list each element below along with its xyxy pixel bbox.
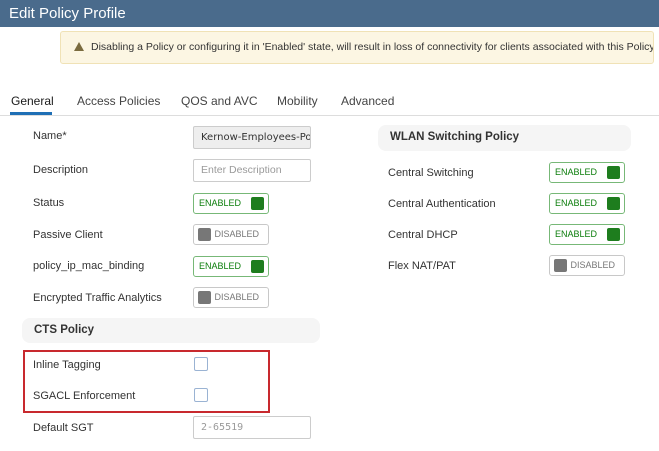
default-sgt-label: Default SGT (33, 422, 94, 434)
flex-nat-pat-toggle[interactable]: DISABLED (549, 255, 625, 276)
central-switching-label: Central Switching (388, 167, 474, 179)
wlan-switching-policy-title: WLAN Switching Policy (390, 131, 520, 143)
toggle-knob (607, 228, 620, 241)
toggle-knob (607, 197, 620, 210)
warning-text: Disabling a Policy or configuring it in … (91, 41, 654, 53)
dialog-title-bar: Edit Policy Profile (0, 0, 659, 27)
description-label: Description (33, 164, 89, 176)
tab-advanced[interactable]: Advanced (341, 94, 394, 108)
eta-toggle[interactable]: DISABLED (193, 287, 269, 308)
name-label: Name* (33, 130, 67, 142)
dialog-title: Edit Policy Profile (9, 5, 126, 22)
active-tab-indicator (10, 112, 52, 115)
passive-client-toggle-text: DISABLED (214, 229, 259, 239)
toggle-knob (251, 260, 264, 273)
tab-mobility[interactable]: Mobility (277, 94, 318, 108)
central-switching-toggle-text: ENABLED (555, 167, 598, 177)
central-dhcp-toggle[interactable]: ENABLED (549, 224, 625, 245)
central-authentication-toggle[interactable]: ENABLED (549, 193, 625, 214)
policy-ip-mac-binding-toggle[interactable]: ENABLED (193, 256, 269, 277)
warning-icon (74, 42, 84, 51)
name-input[interactable]: Kernow-Employees-Poli (193, 126, 311, 149)
default-sgt-input[interactable]: 2-65519 (193, 416, 311, 439)
status-toggle-text: ENABLED (199, 198, 242, 208)
eta-toggle-text: DISABLED (214, 292, 259, 302)
central-dhcp-label: Central DHCP (388, 229, 458, 241)
tab-qos-and-avc[interactable]: QOS and AVC (181, 94, 257, 108)
toggle-knob (607, 166, 620, 179)
highlight-box (23, 350, 270, 413)
flex-nat-pat-label: Flex NAT/PAT (388, 260, 456, 272)
description-input[interactable]: Enter Description (193, 159, 311, 182)
tab-bar: General Access Policies QOS and AVC Mobi… (0, 90, 659, 116)
toggle-knob (198, 291, 211, 304)
central-authentication-label: Central Authentication (388, 198, 496, 210)
cts-policy-title: CTS Policy (34, 324, 95, 336)
eta-label: Encrypted Traffic Analytics (33, 292, 162, 304)
tab-general[interactable]: General (11, 94, 54, 108)
toggle-knob (251, 197, 264, 210)
passive-client-label: Passive Client (33, 229, 103, 241)
central-switching-toggle[interactable]: ENABLED (549, 162, 625, 183)
warning-banner: Disabling a Policy or configuring it in … (60, 31, 654, 64)
central-authentication-toggle-text: ENABLED (555, 198, 598, 208)
flex-nat-pat-toggle-text: DISABLED (570, 260, 615, 270)
policy-ip-mac-binding-label: policy_ip_mac_binding (33, 260, 145, 272)
toggle-knob (198, 228, 211, 241)
cts-policy-section-header: CTS Policy (22, 318, 320, 343)
passive-client-toggle[interactable]: DISABLED (193, 224, 269, 245)
tab-access-policies[interactable]: Access Policies (77, 94, 160, 108)
status-label: Status (33, 197, 65, 209)
policy-ip-mac-binding-toggle-text: ENABLED (199, 261, 242, 271)
status-toggle[interactable]: ENABLED (193, 193, 269, 214)
central-dhcp-toggle-text: ENABLED (555, 229, 598, 239)
toggle-knob (554, 259, 567, 272)
wlan-switching-policy-section-header: WLAN Switching Policy (378, 125, 631, 151)
